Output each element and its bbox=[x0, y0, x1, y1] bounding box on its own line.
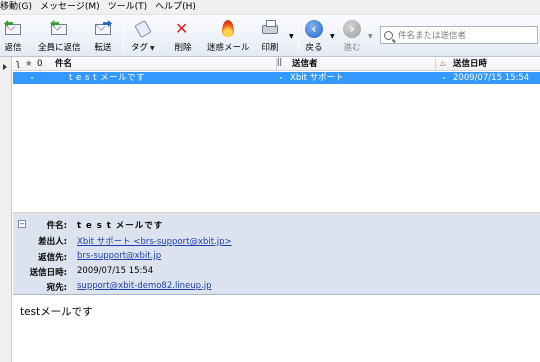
from-column-header[interactable]: 送信者 bbox=[292, 57, 318, 71]
message-body-text: testメールです bbox=[20, 306, 93, 318]
back-label: 戻る bbox=[305, 43, 323, 53]
delete-label: 削除 bbox=[174, 43, 192, 53]
menu-go[interactable]: 移動(G) bbox=[0, 0, 36, 15]
reply-all-label: 全員に返信 bbox=[38, 43, 81, 53]
message-row-selected[interactable]: t e s t メールです Xbit サポート 2009/07/15 15:54 bbox=[13, 72, 540, 84]
subject-value: t e s t メールです bbox=[77, 221, 164, 231]
toolbar-separator bbox=[123, 21, 124, 51]
thread-column-icon[interactable]: ʅ bbox=[16, 57, 20, 71]
menu-message[interactable]: メッセージ(M) bbox=[36, 0, 104, 15]
message-subject: t e s t メールです bbox=[69, 73, 146, 83]
message-body[interactable]: testメールです bbox=[13, 296, 540, 362]
subject-label: 件名: bbox=[46, 221, 67, 231]
thread-list-header: ʅ ★ 0 件名 ꟾꟾ 送信者 ♨ 送信日時 bbox=[13, 57, 540, 71]
read-status-column-icon[interactable]: ꟾꟾ bbox=[277, 57, 282, 71]
attachment-column-icon[interactable]: 0 bbox=[37, 57, 42, 71]
search-input[interactable]: 件名または送信者 bbox=[380, 26, 538, 44]
read-dot-icon[interactable] bbox=[280, 77, 282, 79]
back-dropdown-icon[interactable]: ▼ bbox=[330, 33, 335, 40]
search-placeholder: 件名または送信者 bbox=[398, 31, 467, 41]
back-button[interactable]: ‹ 戻る bbox=[305, 18, 323, 55]
tag-button[interactable]: タグ ▼ bbox=[131, 18, 155, 55]
expand-arrow-icon[interactable] bbox=[3, 64, 7, 70]
message-from: Xbit サポート bbox=[290, 73, 344, 83]
junk-label: 迷惑メール bbox=[207, 43, 250, 53]
to-label: 宛先: bbox=[46, 283, 67, 293]
search-icon bbox=[384, 30, 393, 40]
folder-pane-gutter[interactable] bbox=[0, 57, 12, 362]
unread-dot-icon[interactable] bbox=[31, 77, 33, 79]
delete-icon: ✕ bbox=[175, 19, 189, 38]
reply-to-label: 返信先: bbox=[38, 253, 67, 263]
from-label: 差出人: bbox=[38, 237, 67, 247]
junk-button[interactable]: 迷惑メール bbox=[207, 18, 250, 55]
column-divider bbox=[435, 59, 436, 69]
junk-icon bbox=[219, 20, 237, 38]
from-link[interactable]: Xbit サポート <brs-support@xbit.jp> bbox=[77, 235, 232, 247]
forward-icon bbox=[94, 20, 112, 38]
date-column-header[interactable]: 送信日時 bbox=[453, 57, 487, 71]
reply-all-button[interactable]: 全員に返信 bbox=[38, 18, 81, 55]
menu-bar: 移動(G) メッセージ(M) ツール(T) ヘルプ(H) bbox=[0, 0, 540, 15]
reply-all-icon bbox=[50, 20, 68, 38]
toolbar-separator bbox=[298, 21, 299, 51]
next-label: 進む bbox=[343, 43, 361, 53]
print-button[interactable]: 印刷 bbox=[261, 18, 279, 55]
to-link[interactable]: support@xbit-demo82.lineup.jp bbox=[77, 281, 212, 291]
print-dropdown-icon[interactable]: ▼ bbox=[289, 33, 294, 40]
delete-button[interactable]: ✕ 削除 bbox=[174, 18, 192, 55]
next-dropdown-icon[interactable]: ▼ bbox=[368, 33, 373, 40]
print-icon bbox=[261, 20, 279, 38]
subject-column-header[interactable]: 件名 bbox=[55, 57, 72, 71]
junk-column-icon[interactable]: ♨ bbox=[439, 57, 447, 71]
forward-label: 転送 bbox=[94, 43, 112, 53]
junk-dot-icon[interactable] bbox=[443, 77, 445, 79]
reply-button[interactable]: 返信 bbox=[4, 18, 22, 55]
next-arrow-icon: › bbox=[343, 20, 361, 38]
star-column-icon[interactable]: ★ bbox=[25, 57, 33, 71]
reply-icon bbox=[4, 20, 22, 38]
next-button[interactable]: › 進む bbox=[343, 18, 361, 55]
message-date: 2009/07/15 15:54 bbox=[453, 73, 530, 83]
thread-list-empty-area[interactable] bbox=[13, 84, 540, 212]
tag-label: タグ ▼ bbox=[131, 43, 155, 53]
back-arrow-icon: ‹ bbox=[305, 20, 323, 38]
print-label: 印刷 bbox=[261, 43, 279, 53]
date-label: 送信日時: bbox=[29, 268, 67, 278]
reply-label: 返信 bbox=[4, 43, 22, 53]
tag-icon bbox=[134, 19, 152, 39]
reply-to-link[interactable]: brs-support@xbit.jp bbox=[77, 251, 161, 261]
menu-help[interactable]: ヘルプ(H) bbox=[151, 0, 200, 15]
date-value: 2009/07/15 15:54 bbox=[77, 266, 154, 276]
menu-tools[interactable]: ツール(T) bbox=[104, 0, 152, 15]
message-header-pane: − 件名: t e s t メールです 差出人: Xbit サポート <brs-… bbox=[13, 215, 540, 295]
forward-button[interactable]: 転送 bbox=[94, 18, 112, 55]
